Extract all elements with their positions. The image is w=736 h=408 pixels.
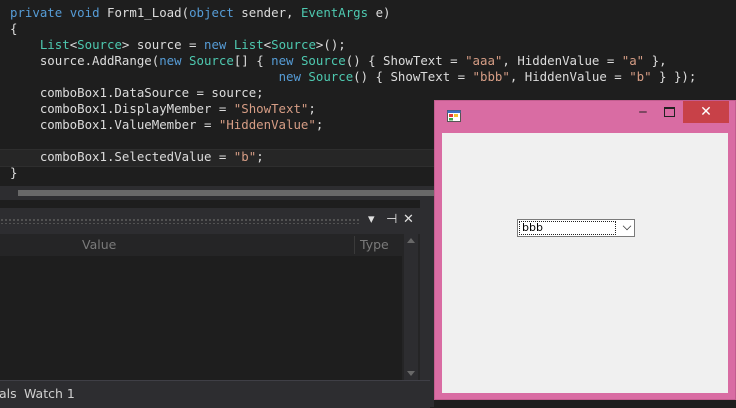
code-token: "b" (233, 149, 257, 164)
code-token: sender, (241, 5, 301, 20)
code-token: } }); (651, 69, 697, 84)
code-token: new (278, 69, 309, 84)
code-token: source.AddRange( (10, 53, 160, 68)
column-divider[interactable] (354, 236, 355, 254)
chevron-down-icon[interactable] (622, 221, 632, 231)
code-token: [] { (233, 53, 272, 68)
scroll-down-icon[interactable] (407, 371, 415, 376)
code-token: ; (308, 101, 316, 116)
code-token: comboBox1.DisplayMember = (10, 101, 234, 116)
pin-icon[interactable]: ⊣ (386, 212, 397, 228)
code-token: > source = (121, 37, 204, 52)
code-token: "ShowText" (233, 101, 309, 116)
code-token: }, (644, 53, 667, 68)
scrollbar-thumb[interactable] (18, 190, 438, 196)
code-token: void (69, 5, 107, 20)
combobox1[interactable]: bbb (517, 219, 635, 237)
code-token: ; (315, 117, 324, 132)
watch-panel: ▾ ⊣ ✕ Value Type (0, 208, 430, 380)
code-token: "b" (629, 69, 652, 84)
code-token: e) (375, 5, 391, 20)
panel-grip[interactable] (0, 218, 360, 224)
column-header-type[interactable]: Type (360, 236, 389, 254)
code-token: new (271, 53, 301, 68)
code-token: private (10, 5, 70, 20)
watch-panel-header: ▾ ⊣ ✕ (0, 208, 430, 234)
code-token: new (203, 37, 234, 52)
code-line[interactable]: comboBox1.SelectedValue = "b"; (10, 149, 264, 165)
code-token: { (10, 21, 18, 36)
maximize-icon (664, 107, 675, 117)
code-line[interactable]: source.AddRange(new Source[] { new Sourc… (10, 53, 667, 69)
code-line[interactable]: List<Source> source = new List<Source>()… (10, 37, 346, 53)
scroll-up-icon[interactable] (407, 238, 415, 243)
code-token: Source (271, 37, 316, 52)
code-token: () { ShowText = (353, 69, 473, 84)
code-line[interactable]: comboBox1.ValueMember = "HiddenValue"; (10, 117, 324, 133)
watch-vertical-scrollbar[interactable] (404, 234, 418, 380)
code-token: Form1_Load( (107, 5, 190, 20)
minimize-button[interactable]: ‒ (631, 101, 655, 123)
code-line[interactable]: comboBox1.DataSource = source; (10, 85, 264, 101)
code-token: ; (256, 149, 264, 164)
code-line[interactable]: { (10, 21, 17, 37)
code-token: >(); (315, 37, 346, 52)
maximize-button[interactable] (657, 101, 681, 123)
code-token: , HiddenValue = (502, 53, 622, 68)
form-app-icon (447, 110, 461, 122)
dropdown-icon[interactable]: ▾ (368, 212, 375, 228)
code-token: comboBox1.SelectedValue = (10, 149, 234, 164)
code-line[interactable]: private void Form1_Load(object sender, E… (10, 5, 391, 21)
close-button[interactable]: ✕ (683, 101, 729, 123)
code-token: Source (77, 37, 122, 52)
debug-tabs: als Watch 1 (0, 380, 430, 408)
code-token: comboBox1.ValueMember = (10, 117, 219, 132)
tab-locals[interactable]: als (0, 386, 17, 402)
panel-splitter[interactable] (420, 200, 434, 407)
code-token: Source (189, 53, 234, 68)
code-token: List (233, 37, 264, 52)
code-token: "aaa" (465, 53, 503, 68)
column-header-value[interactable]: Value (82, 236, 116, 254)
code-token: "bbb" (472, 69, 510, 84)
code-line[interactable]: comboBox1.DisplayMember = "ShowText"; (10, 101, 316, 117)
form-client-area: bbb (442, 133, 728, 393)
code-token: comboBox1.DataSource = source; (10, 85, 264, 100)
close-panel-icon[interactable]: ✕ (403, 212, 414, 228)
code-token: List (39, 37, 70, 52)
code-token: () { ShowText = (345, 53, 466, 68)
code-token: , HiddenValue = (509, 69, 630, 84)
code-token: new (159, 53, 190, 68)
code-token: object (189, 5, 242, 20)
code-token: "a" (621, 53, 645, 68)
code-token: Source (308, 69, 354, 84)
code-line[interactable]: new Source() { ShowText = "bbb", HiddenV… (10, 69, 697, 85)
combobox-selected-text[interactable]: bbb (519, 221, 616, 235)
code-token: Source (300, 53, 346, 68)
code-token: } (10, 165, 18, 180)
code-line[interactable]: } (10, 165, 17, 181)
code-token: "HiddenValue" (218, 117, 316, 132)
code-token: EventArgs (300, 5, 376, 20)
form1-window: ‒ ✕ bbb (434, 100, 736, 400)
watch-list[interactable] (0, 256, 402, 380)
tab-watch-1[interactable]: Watch 1 (24, 386, 75, 402)
